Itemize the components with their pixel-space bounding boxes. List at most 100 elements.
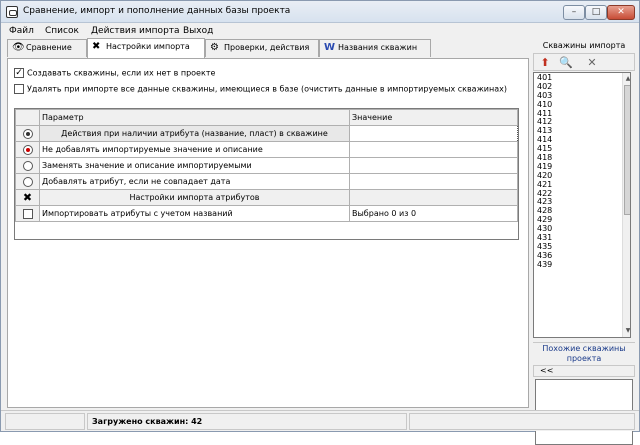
menu-exit[interactable]: Выход [183, 26, 213, 36]
similar-wells-label: Похожие скважины проекта [533, 342, 635, 364]
status-cell-empty [5, 413, 85, 430]
word-icon: W [324, 42, 336, 53]
create-wells-checkbox[interactable]: ✓ [14, 68, 24, 78]
grid-param-cell: Не добавлять импортируемые значение и оп… [39, 141, 350, 158]
well-list-item[interactable]: 403 [534, 91, 630, 100]
grid-value-cell[interactable] [349, 173, 518, 190]
grid-param-cell: Действия при наличии атрибута (название,… [39, 125, 350, 142]
find-well-icon[interactable]: 🔍 [558, 55, 574, 70]
import-wells-list[interactable]: 401 402 403 410 411 412 413 414 415 418 419 420 421 4… [533, 72, 631, 338]
tab-label: Настройки импорта [106, 42, 190, 51]
scroll-down-icon[interactable]: ▼ [624, 327, 630, 335]
status-cell-right [409, 413, 635, 430]
radio-add-if-date[interactable] [22, 176, 33, 187]
radio-no-add[interactable] [22, 144, 33, 155]
maximize-button[interactable]: □ [585, 5, 607, 20]
delete-data-option[interactable]: Удалять при импорте все данные скважины,… [14, 84, 507, 96]
grid-header-row: Параметр Значение [15, 109, 518, 126]
grid-value-cell[interactable] [349, 125, 518, 142]
tab-import-settings[interactable]: ✖ Настройки импорта [87, 38, 205, 58]
grid-row-replace[interactable]: Заменять значение и описание импортируем… [15, 157, 518, 174]
close-button[interactable]: ✕ [607, 5, 635, 20]
tab-well-names[interactable]: W Названия скважин [319, 39, 431, 57]
tab-label: Проверки, действия [224, 43, 310, 52]
grid-value-cell[interactable] [349, 157, 518, 174]
main-window: Сравнение, импорт и пополнение данных ба… [0, 0, 640, 445]
back-button[interactable]: << [533, 365, 635, 377]
radio-replace[interactable] [22, 160, 33, 171]
gear-icon: ⚙ [210, 42, 219, 53]
delete-data-label: Удалять при импорте все данные скважины,… [27, 84, 507, 94]
import-well-icon[interactable]: ⬆ [537, 55, 553, 70]
tools-icon: ✖ [92, 41, 101, 52]
well-list-item[interactable]: 418 [534, 153, 630, 162]
delete-icon[interactable]: ✕ [584, 55, 600, 70]
menu-bar: Файл Список Действия импорта Выход [1, 24, 639, 38]
well-list-item[interactable]: 419 [534, 162, 630, 171]
grid-row-attribute-actions[interactable]: Действия при наличии атрибута (название,… [15, 125, 518, 142]
grid-value-cell[interactable]: Выбрано 0 из 0 [349, 205, 518, 222]
well-list-item[interactable]: 412 [534, 117, 630, 127]
loaded-wells-status: Загружено скважин: 42 [87, 413, 407, 430]
tab-strip: 👁 Сравнение ✖ Настройки импорта ⚙ Провер… [7, 38, 529, 58]
grid-marker-cell [15, 141, 40, 158]
import-wells-title: Скважины импорта [542, 41, 626, 50]
well-list-item[interactable]: 401 [534, 73, 630, 82]
create-wells-label: Создавать скважины, если их нет в проект… [27, 68, 216, 78]
minimize-button[interactable]: – [563, 5, 585, 20]
well-list-item[interactable]: 436 [534, 251, 630, 260]
wells-list-scrollbar[interactable]: ▲ ▼ [622, 73, 630, 337]
menu-list[interactable]: Список [45, 26, 79, 36]
import-wells-panel: Скважины импорта ⬆ 🔍 ✕ 401 402 403 410 411 41… [533, 39, 635, 445]
menu-file[interactable]: Файл [9, 26, 34, 36]
status-bar: Загружено скважин: 42 [1, 410, 639, 431]
grid-marker-cell [15, 205, 40, 222]
grid-marker-cell [15, 125, 40, 142]
radio-group-icon [22, 128, 33, 139]
well-list-item[interactable]: 428 [534, 206, 630, 215]
grid-header-param: Параметр [39, 109, 350, 126]
title-bar: Сравнение, импорт и пополнение данных ба… [1, 1, 639, 23]
tab-comparison[interactable]: 👁 Сравнение [7, 39, 87, 57]
tools-icon: ✖ [15, 189, 40, 206]
import-by-names-checkbox[interactable] [22, 208, 33, 219]
app-icon [6, 6, 18, 18]
eye-icon: 👁 [12, 42, 25, 53]
well-list-item[interactable]: 413 [534, 126, 630, 135]
grid-value-cell[interactable] [349, 141, 518, 158]
well-list-item[interactable]: 415 [534, 144, 630, 153]
grid-marker-cell [15, 173, 40, 190]
grid-row-add-if-date[interactable]: Добавлять атрибут, если не совпадает дат… [15, 173, 518, 190]
grid-row-import-by-names[interactable]: Импортировать атрибуты с учетом названий… [15, 205, 518, 222]
delete-data-checkbox[interactable] [14, 84, 24, 94]
well-list-item[interactable]: 414 [534, 135, 630, 144]
menu-import-actions[interactable]: Действия импорта [91, 26, 180, 36]
grid-header-value: Значение [349, 109, 518, 126]
scrollbar-thumb[interactable] [624, 85, 630, 215]
create-wells-option[interactable]: ✓ Создавать скважины, если их нет в проек… [14, 68, 215, 80]
grid-marker-cell [15, 157, 40, 174]
well-list-item[interactable]: 429 [534, 215, 630, 224]
well-list-item[interactable]: 420 [534, 171, 630, 180]
well-list-item[interactable]: 431 [534, 233, 630, 242]
import-wells-toolbar: ⬆ 🔍 ✕ [533, 53, 635, 71]
tab-checks-actions[interactable]: ⚙ Проверки, действия [205, 39, 319, 57]
window-title: Сравнение, импорт и пополнение данных ба… [23, 6, 291, 16]
tab-label: Сравнение [26, 43, 72, 52]
grid-header-marker [15, 109, 40, 126]
well-list-item[interactable]: 410 [534, 100, 630, 109]
well-list-item[interactable]: 435 [534, 242, 630, 251]
well-list-item[interactable]: 411 [534, 109, 630, 118]
grid-param-cell: Импортировать атрибуты с учетом названий [39, 205, 350, 222]
settings-grid: Параметр Значение Действия при наличии а… [14, 108, 519, 240]
grid-row-no-add[interactable]: Не добавлять импортируемые значение и оп… [15, 141, 518, 158]
settings-panel: ✓ Создавать скважины, если их нет в проек… [7, 58, 529, 408]
well-list-item[interactable]: 439 [534, 260, 630, 269]
well-list-item[interactable]: 430 [534, 224, 630, 233]
well-list-item[interactable]: 402 [534, 82, 630, 91]
scroll-up-icon[interactable]: ▲ [624, 75, 630, 83]
well-list-item[interactable]: 422 [534, 189, 630, 198]
well-list-item[interactable]: 423 [534, 197, 630, 207]
well-list-item[interactable]: 421 [534, 180, 630, 189]
tab-label: Названия скважин [338, 43, 418, 52]
